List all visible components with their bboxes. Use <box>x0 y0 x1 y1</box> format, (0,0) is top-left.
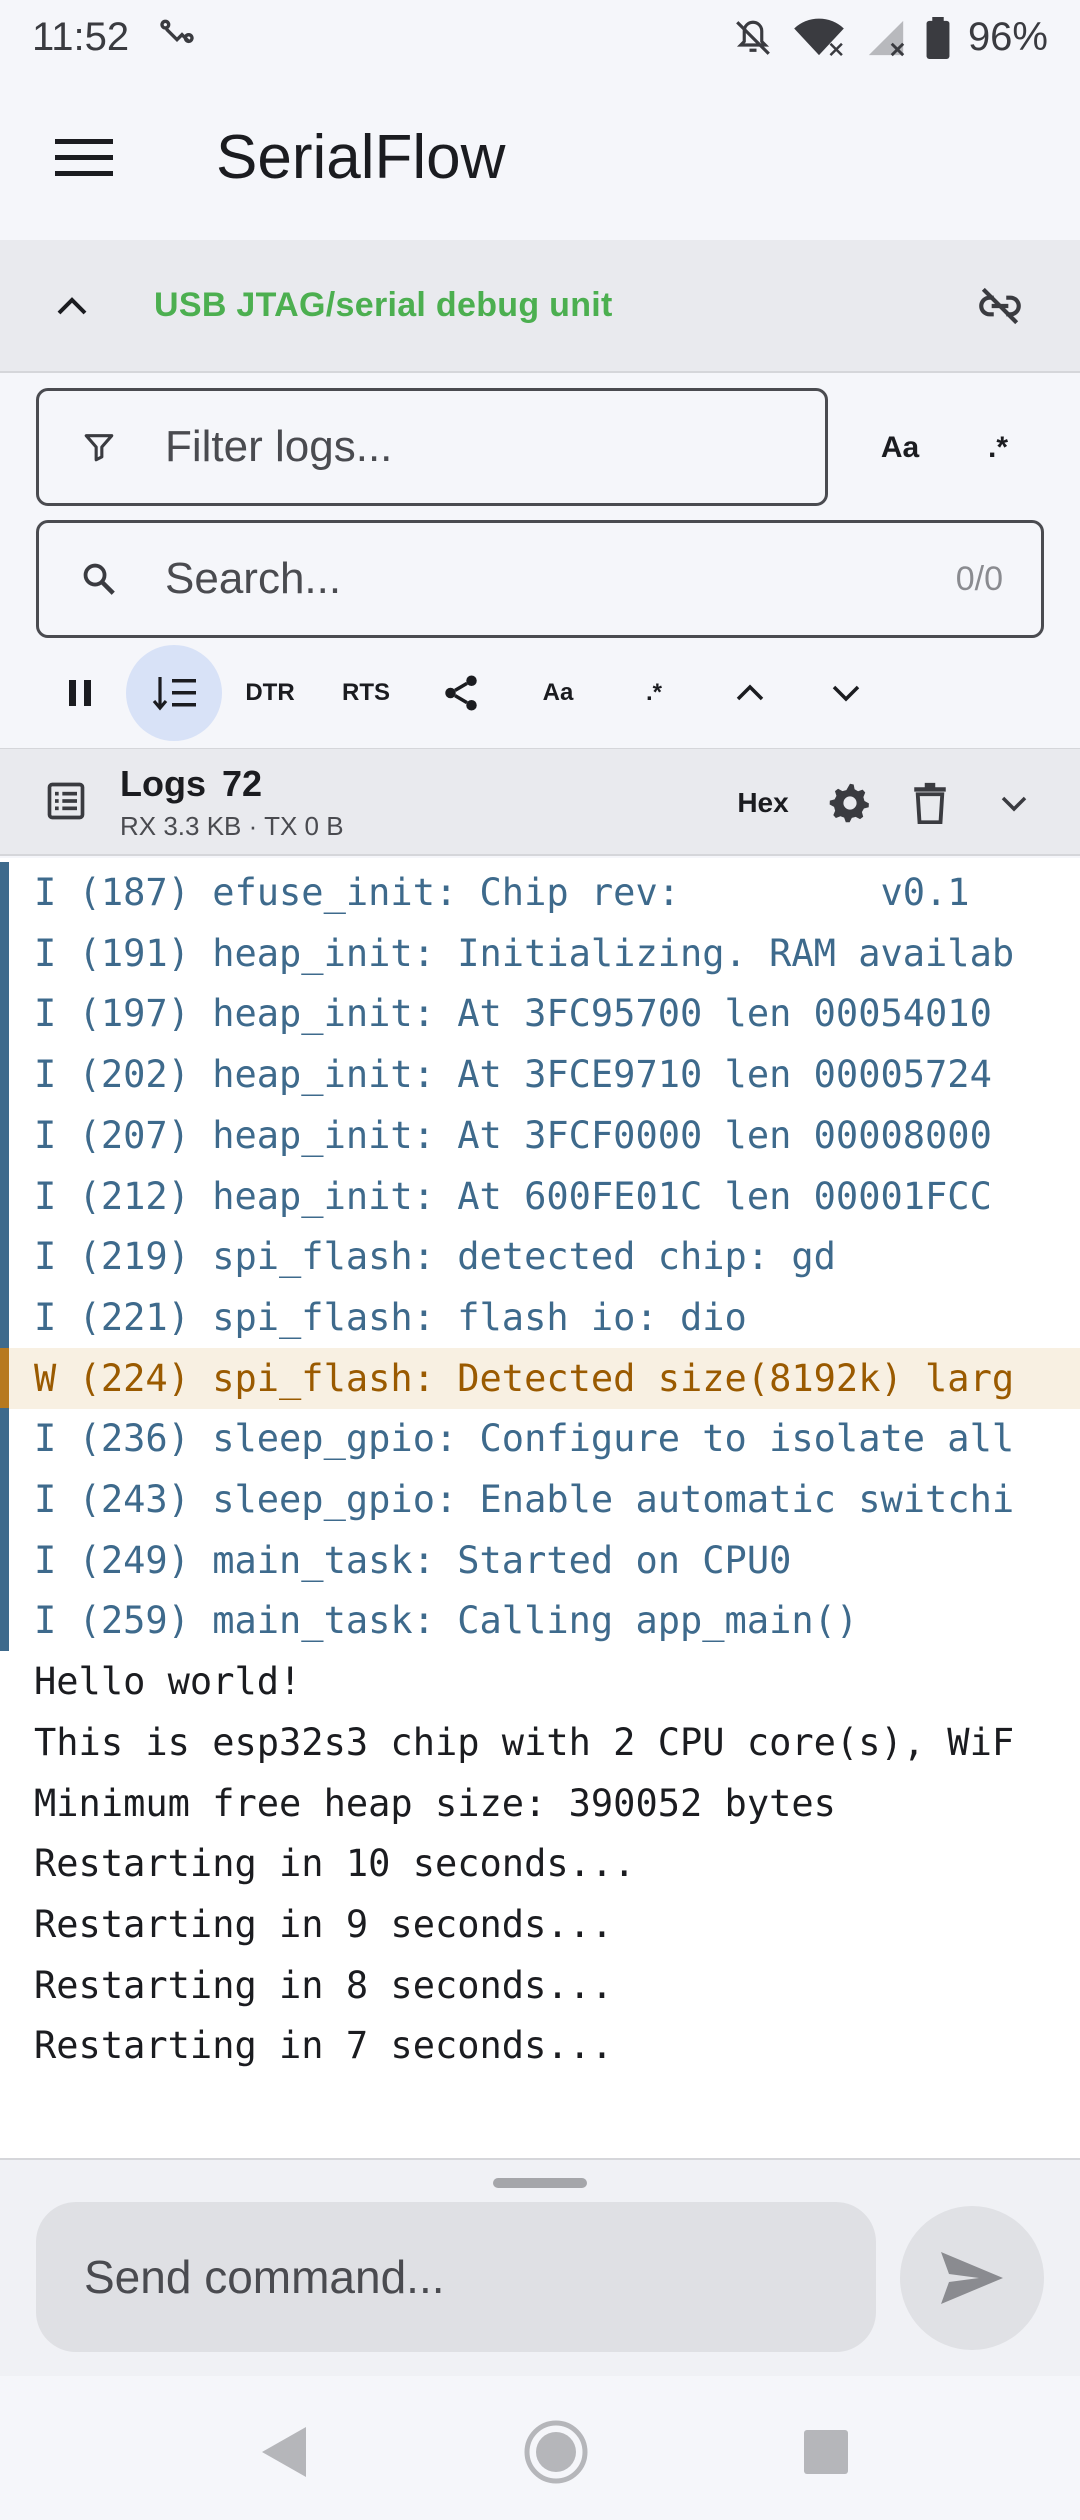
list-icon <box>44 779 88 828</box>
command-panel <box>0 2158 1080 2376</box>
chevron-up-icon <box>736 684 764 701</box>
tx-bytes: TX 0 B <box>264 811 344 841</box>
logs-header: Logs 72 RX 3.3 KB · TX 0 B Hex <box>0 748 1080 856</box>
filter-icon <box>69 430 129 464</box>
log-line: I (187) efuse_init: Chip rev: v0.1 <box>0 862 1080 923</box>
home-button[interactable] <box>516 2412 596 2492</box>
log-line: Hello world! <box>34 1660 302 1704</box>
logs-traffic-summary: RX 3.3 KB · TX 0 B <box>120 811 344 842</box>
log-line: I (207) heap_init: At 3FCF0000 len 00008… <box>0 1104 1080 1166</box>
device-name: USB JTAG/serial debug unit <box>154 286 613 324</box>
filter-regex-toggle[interactable]: .* <box>958 415 1038 481</box>
log-line: I (259) main_task: Calling app_main() <box>0 1590 1080 1652</box>
back-icon <box>262 2427 306 2477</box>
filter-field[interactable] <box>36 388 828 506</box>
log-output[interactable]: I (187) efuse_init: Chip rev: v0.1 I (191… <box>0 858 1080 2158</box>
sort-descending-icon <box>152 677 196 711</box>
filter-case-sensitive-toggle[interactable]: Aa <box>860 415 940 481</box>
pause-icon <box>69 680 91 706</box>
clear-logs-button[interactable] <box>898 771 962 835</box>
dtr-toggle[interactable]: DTR <box>232 643 308 743</box>
previous-match-button[interactable] <box>714 643 786 743</box>
notifications-off-icon <box>732 17 774 59</box>
filter-input[interactable] <box>165 422 825 472</box>
search-case-sensitive-toggle[interactable]: Aa <box>522 643 594 743</box>
recents-button[interactable] <box>786 2412 866 2492</box>
collapse-button[interactable] <box>32 266 112 346</box>
log-line: Restarting in 7 seconds... <box>34 2024 614 2068</box>
send-icon <box>941 2252 1003 2304</box>
share-icon <box>445 675 477 711</box>
chevron-up-icon <box>57 296 87 314</box>
menu-icon <box>55 138 113 176</box>
logs-title: Logs 72 <box>120 763 278 805</box>
search-regex-toggle[interactable]: .* <box>618 643 690 743</box>
log-line: Minimum free heap size: 390052 bytes <box>34 1781 836 1825</box>
log-line: I (212) heap_init: At 600FE01C len 00001… <box>0 1165 1080 1227</box>
command-field[interactable] <box>36 2202 876 2352</box>
log-line: Restarting in 8 seconds... <box>34 1963 614 2007</box>
log-line: I (221) spi_flash: flash io: dio <box>0 1286 1080 1348</box>
status-bar: 11:52 96% <box>0 0 1080 75</box>
back-button[interactable] <box>244 2412 324 2492</box>
app-bar: SerialFlow <box>0 75 1080 240</box>
log-line: This is esp32s3 chip with 2 CPU core(s),… <box>34 1720 1015 1764</box>
command-input[interactable] <box>84 2250 844 2304</box>
logs-count: 72 <box>222 763 263 804</box>
chevron-down-icon <box>832 685 860 702</box>
log-line: I (197) heap_init: At 3FC95700 len 00054… <box>0 983 1080 1045</box>
app-title: SerialFlow <box>216 123 506 192</box>
gear-icon <box>829 783 869 823</box>
usb-icon <box>157 18 197 58</box>
log-line: I (191) heap_init: Initializing. RAM ava… <box>0 922 1080 984</box>
expand-logs-button[interactable] <box>982 771 1046 835</box>
logs-title-label: Logs <box>120 763 206 804</box>
settings-button[interactable] <box>818 771 882 835</box>
log-line: W (224) spi_flash: Detected size(8192k) … <box>0 1347 1080 1409</box>
system-navigation-bar <box>0 2376 1080 2520</box>
log-line: I (219) spi_flash: detected chip: gd <box>0 1226 1080 1288</box>
status-time: 11:52 <box>32 15 130 59</box>
chevron-down-icon <box>1001 796 1027 812</box>
menu-button[interactable] <box>42 116 126 200</box>
pause-button[interactable] <box>40 643 120 743</box>
autoscroll-toggle[interactable] <box>125 643 225 743</box>
disconnect-button[interactable] <box>960 266 1040 346</box>
log-line: Restarting in 10 seconds... <box>34 1842 636 1886</box>
log-line: I (249) main_task: Started on CPU0 <box>0 1529 1080 1591</box>
cellular-signal-icon <box>864 17 908 59</box>
rts-toggle[interactable]: RTS <box>328 643 404 743</box>
log-line: I (236) sleep_gpio: Configure to isolate… <box>0 1408 1080 1470</box>
log-line: I (243) sleep_gpio: Enable automatic swi… <box>0 1469 1080 1530</box>
search-icon <box>69 560 129 598</box>
wifi-icon <box>792 17 846 59</box>
log-line: I (202) heap_init: At 3FCE9710 len 00005… <box>0 1044 1080 1106</box>
recents-icon <box>804 2430 848 2474</box>
device-connection-row: USB JTAG/serial debug unit <box>0 240 1080 373</box>
rx-bytes: RX 3.3 KB <box>120 811 242 841</box>
home-icon <box>524 2420 588 2484</box>
search-field[interactable]: 0/0 <box>36 520 1044 638</box>
battery-icon <box>926 16 950 59</box>
delete-icon <box>914 782 946 824</box>
log-toolbar: DTR RTS Aa .* <box>0 643 1080 743</box>
hex-toggle[interactable]: Hex <box>728 771 798 835</box>
next-match-button[interactable] <box>810 643 882 743</box>
log-line: Restarting in 9 seconds... <box>34 1902 614 1946</box>
drag-handle[interactable] <box>493 2178 587 2188</box>
traffic-separator: · <box>248 811 258 841</box>
send-button[interactable] <box>900 2206 1044 2350</box>
search-input[interactable] <box>165 554 956 604</box>
battery-percent: 96% <box>967 15 1048 59</box>
link-off-icon <box>979 287 1021 324</box>
search-match-count: 0/0 <box>955 559 1003 598</box>
share-button[interactable] <box>425 643 497 743</box>
